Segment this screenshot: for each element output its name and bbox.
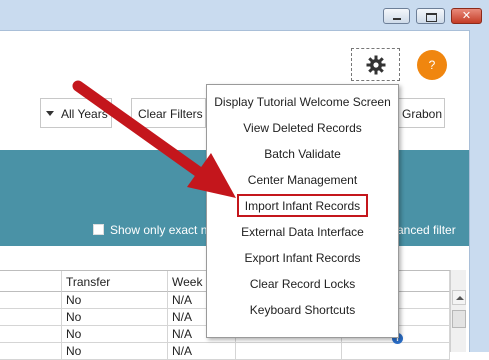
- exact-match-checkbox[interactable]: [93, 224, 104, 235]
- column-header[interactable]: [0, 271, 62, 292]
- minimize-icon: [393, 18, 401, 20]
- settings-button[interactable]: [351, 48, 400, 81]
- maximize-icon: [426, 13, 437, 22]
- maximize-button[interactable]: [416, 8, 445, 24]
- settings-menu: Display Tutorial Welcome Screen View Del…: [206, 84, 399, 338]
- table-cell-transfer[interactable]: No: [62, 292, 168, 309]
- menu-item-keyboard-shortcuts[interactable]: Keyboard Shortcuts: [207, 300, 398, 320]
- table-cell[interactable]: [0, 309, 62, 326]
- partial-filter-label: Grabon: [402, 107, 443, 121]
- gear-icon: [366, 55, 386, 75]
- menu-item-export-infant-records[interactable]: Export Infant Records: [207, 248, 398, 268]
- menu-item-batch-validate[interactable]: Batch Validate: [207, 144, 398, 164]
- window-frame-edge: [469, 30, 489, 352]
- close-button[interactable]: ✕: [451, 8, 482, 24]
- caret-down-icon: [46, 111, 54, 116]
- partial-filter-button[interactable]: Grabon: [397, 98, 445, 128]
- table-cell[interactable]: [0, 326, 62, 343]
- minimize-button[interactable]: [383, 8, 410, 24]
- column-header-transfer[interactable]: Transfer: [62, 271, 168, 292]
- table-cell[interactable]: [0, 292, 62, 309]
- menu-item-view-deleted[interactable]: View Deleted Records: [207, 118, 398, 138]
- table-cell-transfer[interactable]: No: [62, 326, 168, 343]
- years-dropdown-value: All Years: [61, 107, 108, 121]
- scroll-thumb[interactable]: [452, 310, 466, 328]
- exact-match-label: Show only exact n: [110, 223, 208, 237]
- table-cell-transfer[interactable]: No: [62, 309, 168, 326]
- menu-item-clear-record-locks[interactable]: Clear Record Locks: [207, 274, 398, 294]
- clear-filters-label: Clear Filters: [138, 107, 203, 121]
- menu-item-tutorial-welcome[interactable]: Display Tutorial Welcome Screen: [207, 92, 398, 112]
- years-dropdown[interactable]: All Years: [40, 98, 112, 128]
- advanced-filter-link[interactable]: anced filter: [397, 223, 456, 237]
- menu-item-external-data-interface[interactable]: External Data Interface: [207, 222, 398, 242]
- scroll-up-button[interactable]: [452, 290, 466, 305]
- close-icon: ✕: [461, 10, 472, 22]
- clear-filters-button[interactable]: Clear Filters: [131, 98, 206, 128]
- highlight-box: [237, 194, 368, 217]
- vertical-scrollbar[interactable]: [450, 270, 466, 352]
- menu-item-center-management[interactable]: Center Management: [207, 170, 398, 190]
- help-button[interactable]: ?: [417, 50, 447, 80]
